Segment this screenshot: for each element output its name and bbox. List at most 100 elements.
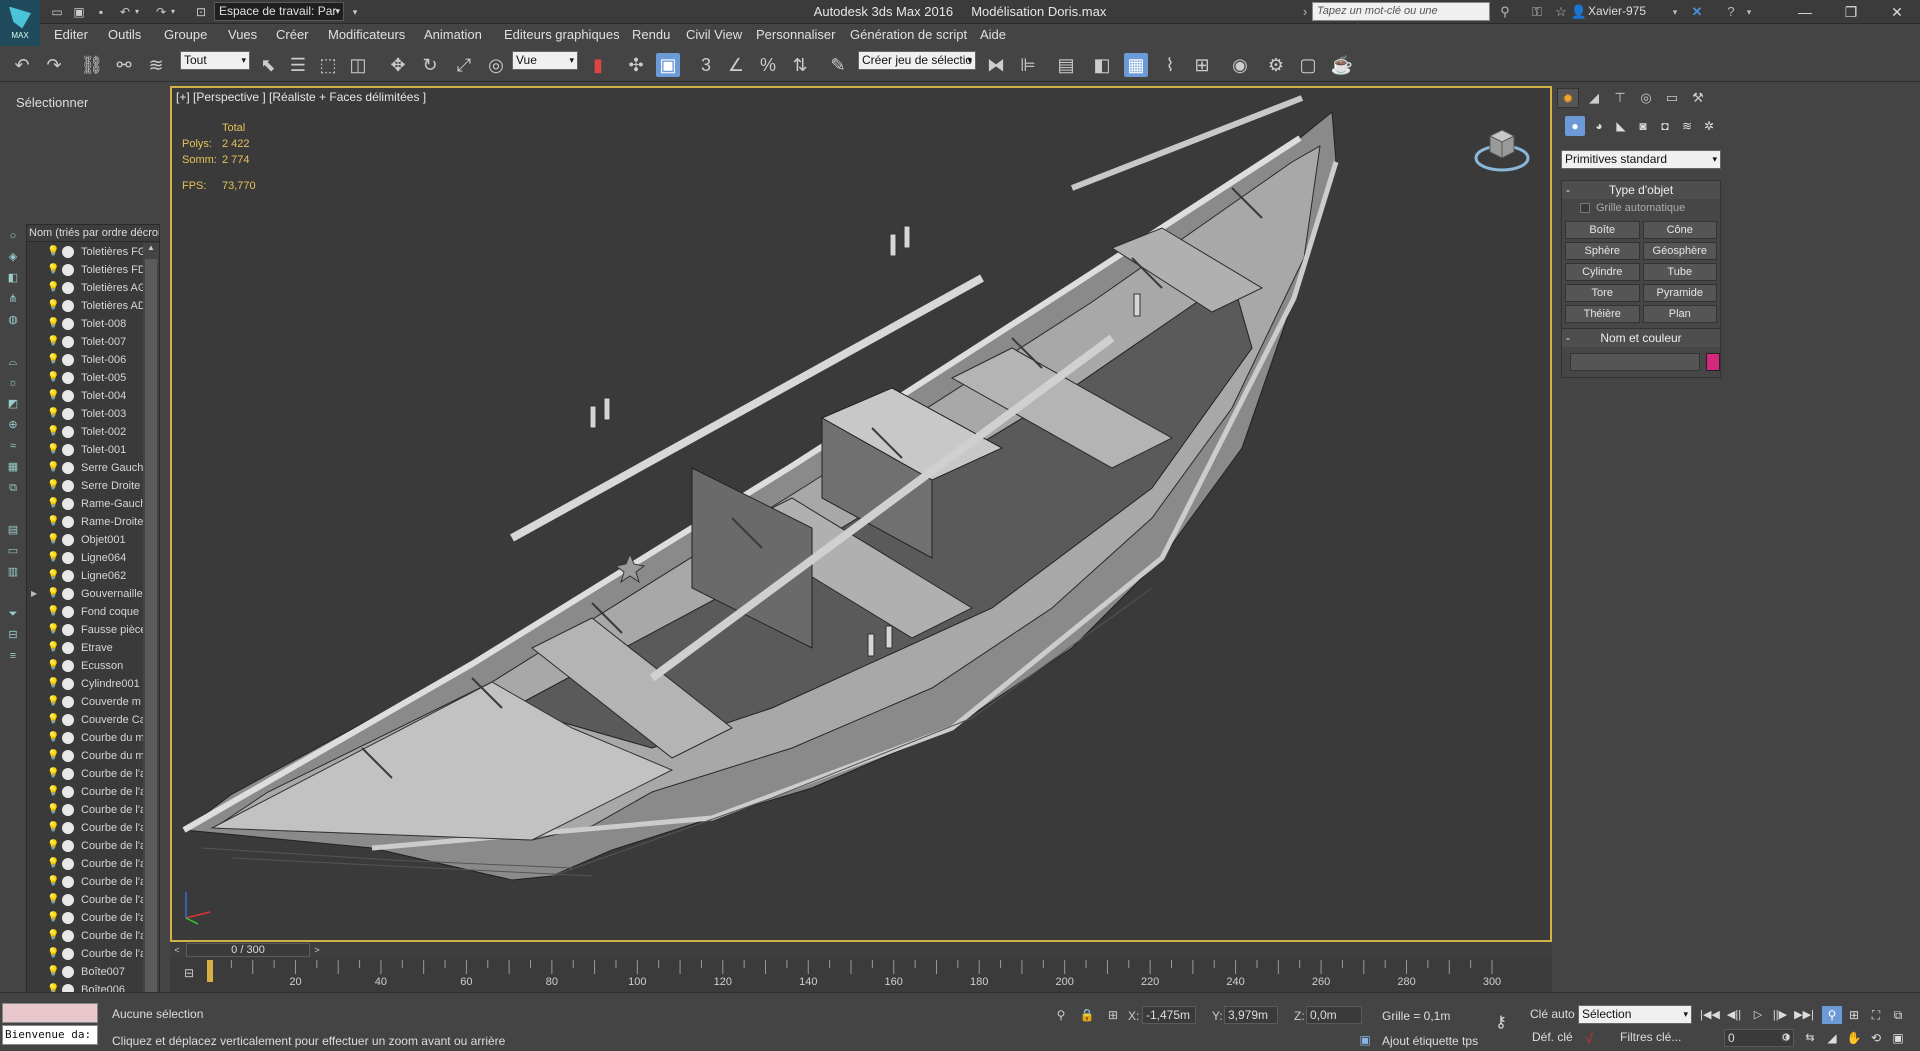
list-item[interactable]: 💡 Tolet-007 — [27, 333, 143, 351]
list-item[interactable]: 💡 Boîte007 — [27, 963, 143, 981]
light-bulb-icon[interactable]: 💡 — [47, 606, 59, 618]
list-item[interactable]: 💡 Courbe de l'a — [27, 945, 143, 963]
light-bulb-icon[interactable]: 💡 — [47, 696, 59, 708]
pan-view-icon[interactable]: ✋ — [1844, 1029, 1864, 1047]
list-item[interactable]: 💡 Couverde Ca — [27, 711, 143, 729]
freeze-toggle-icon[interactable] — [62, 336, 74, 348]
app-logo-button[interactable]: MAX — [0, 0, 40, 46]
primitive-button[interactable]: Boîte — [1565, 221, 1640, 239]
add-time-tag-button[interactable]: Ajout étiquette tps — [1382, 1034, 1478, 1048]
rendered-frame-window-icon[interactable]: ▢ — [1296, 53, 1320, 77]
align-icon[interactable]: ⊫ — [1016, 53, 1040, 77]
freeze-toggle-icon[interactable] — [62, 804, 74, 816]
list-item[interactable]: 💡 Tolet-006 — [27, 351, 143, 369]
list-item[interactable]: 💡 Courbe de l'a — [27, 927, 143, 945]
display-tab-icon[interactable]: ▭ — [1661, 88, 1683, 108]
light-bulb-icon[interactable]: 💡 — [47, 318, 59, 330]
freeze-toggle-icon[interactable] — [62, 516, 74, 528]
angle-snap-icon[interactable]: ∠ — [724, 53, 748, 77]
key-selection-set-select[interactable]: Sélection ▾ — [1578, 1005, 1692, 1024]
freeze-toggle-icon[interactable] — [62, 750, 74, 762]
new-file-icon[interactable]: ▭ — [48, 3, 66, 21]
freeze-toggle-icon[interactable] — [62, 930, 74, 942]
freeze-toggle-icon[interactable] — [62, 354, 74, 366]
menu-civil-view[interactable]: Civil View — [686, 27, 742, 42]
render-production-icon[interactable]: ☕ — [1330, 53, 1354, 77]
zoom-icon[interactable]: ⚲ — [1822, 1006, 1842, 1024]
minimize-icon[interactable]: — — [1782, 0, 1828, 24]
light-bulb-icon[interactable]: 💡 — [47, 642, 59, 654]
time-slider-previous-icon[interactable]: < — [170, 942, 184, 958]
list-item[interactable]: 💡 Tolet-008 — [27, 315, 143, 333]
spinner-snap-icon[interactable]: ⇅ — [788, 53, 812, 77]
list-item[interactable]: 💡 Tolet-002 — [27, 423, 143, 441]
object-type-rollout-header[interactable]: - Type d'objet — [1562, 181, 1720, 199]
maxscript-listener-input[interactable] — [2, 1003, 98, 1023]
menu-animation[interactable]: Animation — [424, 27, 482, 42]
light-bulb-icon[interactable]: 💡 — [47, 930, 59, 942]
search-input[interactable]: Tapez un mot-clé ou une expression — [1312, 2, 1490, 34]
list-item[interactable]: 💡 Etrave — [27, 639, 143, 657]
scrollbar-thumb[interactable] — [145, 259, 157, 1019]
sort-icon[interactable]: ≡ — [4, 647, 22, 665]
list-item[interactable]: 💡 Couverde m — [27, 693, 143, 711]
groups-filter-icon[interactable]: ▦ — [4, 458, 22, 476]
time-configuration-icon[interactable]: ⚙ — [1776, 1029, 1796, 1047]
select-by-name-icon[interactable]: ☰ — [286, 53, 310, 77]
light-bulb-icon[interactable]: 💡 — [47, 372, 59, 384]
freeze-toggle-icon[interactable] — [62, 372, 74, 384]
motion-tab-icon[interactable]: ◎ — [1635, 88, 1657, 108]
percent-snap-icon[interactable]: % — [756, 53, 780, 77]
menu-graph-editors[interactable]: Editeurs graphiques — [504, 27, 620, 42]
freeze-toggle-icon[interactable] — [62, 786, 74, 798]
boat-model[interactable] — [172, 88, 1550, 940]
light-bulb-icon[interactable]: 💡 — [47, 786, 59, 798]
light-bulb-icon[interactable]: 💡 — [47, 876, 59, 888]
freeze-toggle-icon[interactable] — [62, 894, 74, 906]
freeze-toggle-icon[interactable] — [62, 912, 74, 924]
menu-rendering[interactable]: Rendu — [632, 27, 670, 42]
light-bulb-icon[interactable]: 💡 — [47, 804, 59, 816]
list-item[interactable]: 💡 Toletières AG — [27, 279, 143, 297]
play-icon[interactable]: ▷ — [1748, 1006, 1768, 1024]
light-bulb-icon[interactable]: 💡 — [47, 588, 59, 600]
move-icon[interactable]: ✥ — [386, 53, 410, 77]
maximize-viewport-icon[interactable]: ▣ — [1888, 1029, 1908, 1047]
time-slider[interactable]: < 0 / 300 > — [170, 942, 1552, 958]
freeze-toggle-icon[interactable] — [62, 768, 74, 780]
freeze-toggle-icon[interactable] — [62, 606, 74, 618]
primitive-button[interactable]: Géosphère — [1642, 242, 1717, 260]
field-of-view-icon[interactable]: ◢ — [1822, 1029, 1842, 1047]
menu-views[interactable]: Vues — [228, 27, 257, 42]
select-manipulate-icon[interactable]: ✣ — [624, 53, 648, 77]
primitive-button[interactable]: Sphère — [1565, 242, 1640, 260]
orbit-icon[interactable]: ⟲ — [1866, 1029, 1886, 1047]
freeze-toggle-icon[interactable] — [62, 300, 74, 312]
pivot-center-icon[interactable]: ▮ — [586, 53, 610, 77]
light-bulb-icon[interactable]: 💡 — [47, 390, 59, 402]
material-editor-icon[interactable]: ◉ — [1228, 53, 1252, 77]
list-item[interactable]: 💡 Tolet-003 — [27, 405, 143, 423]
light-bulb-icon[interactable]: 💡 — [47, 768, 59, 780]
freeze-toggle-icon[interactable] — [62, 678, 74, 690]
previous-frame-icon[interactable]: ◀|| — [1724, 1006, 1744, 1024]
auto-key-button[interactable]: Clé auto — [1530, 1007, 1575, 1021]
select-object-icon[interactable]: ⬉ — [256, 53, 280, 77]
freeze-toggle-icon[interactable] — [62, 498, 74, 510]
maximize-icon[interactable]: ❐ — [1828, 0, 1874, 24]
set-key-button[interactable]: Déf. clé — [1532, 1030, 1573, 1044]
light-bulb-icon[interactable]: 💡 — [47, 426, 59, 438]
light-bulb-icon[interactable]: 💡 — [47, 552, 59, 564]
key-filters-button[interactable]: Filtres clé... — [1620, 1030, 1681, 1044]
freeze-toggle-icon[interactable] — [62, 696, 74, 708]
go-to-end-icon[interactable]: ▶▶| — [1794, 1006, 1814, 1024]
lights-filter-icon[interactable]: ☼ — [4, 374, 22, 392]
create-tab-icon[interactable]: ✹ — [1557, 88, 1579, 108]
close-icon[interactable]: ✕ — [1874, 0, 1920, 24]
rotate-icon[interactable]: ↻ — [418, 53, 442, 77]
light-bulb-icon[interactable]: 💡 — [47, 966, 59, 978]
light-bulb-icon[interactable]: 💡 — [47, 894, 59, 906]
vertical-scrollbar[interactable]: ▲ ▼ — [143, 243, 159, 1033]
selection-filter-select[interactable]: Tout ▾ — [180, 51, 250, 70]
list-item[interactable]: 💡 Tolet-005 — [27, 369, 143, 387]
